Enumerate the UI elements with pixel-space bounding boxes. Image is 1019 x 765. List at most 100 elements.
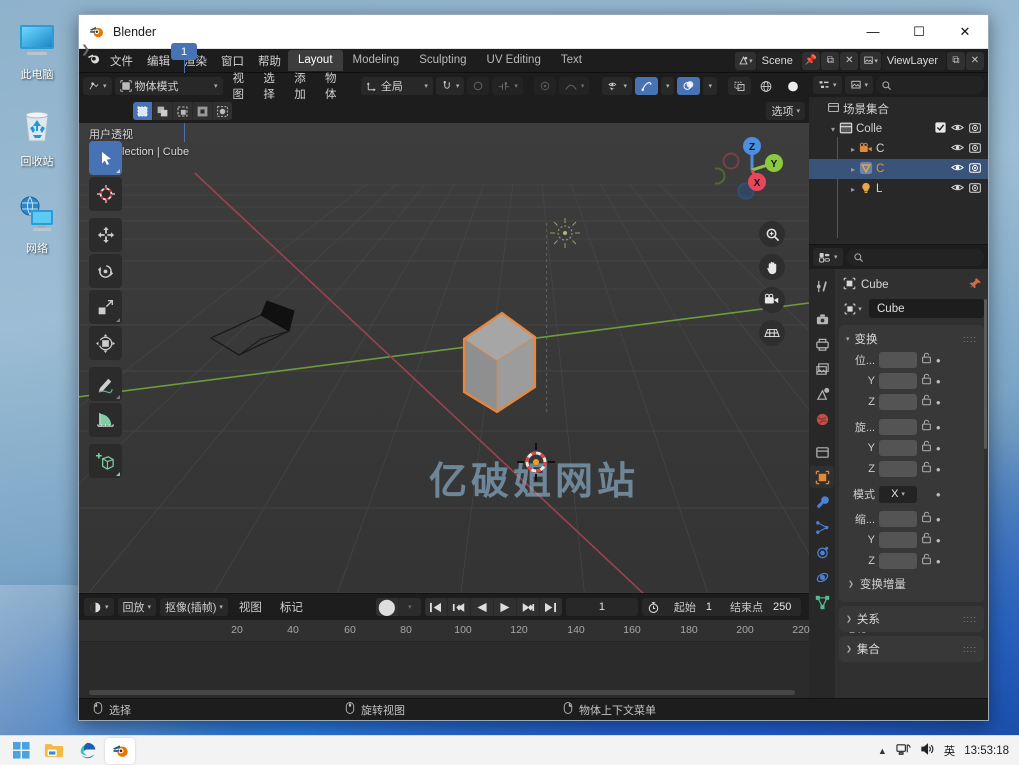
scale-tool[interactable] (89, 290, 122, 324)
clock[interactable]: 13:53:18 (964, 745, 1009, 757)
maximize-button[interactable]: ☐ (896, 15, 942, 48)
object-tab[interactable] (810, 466, 834, 488)
cube-object[interactable] (417, 297, 537, 427)
outliner-display-mode-icon[interactable]: ▾ (845, 76, 874, 94)
collections-panel-header[interactable]: ❯ 集合 :::: (839, 638, 984, 660)
eye-icon[interactable] (951, 162, 964, 176)
lock-icon[interactable] (921, 418, 932, 436)
eye-icon[interactable] (951, 122, 964, 136)
rotation-mode-dropdown[interactable]: X ▾ (879, 486, 917, 503)
pin-icon[interactable]: 📌 (802, 52, 820, 70)
rotation-y-field[interactable] (879, 440, 917, 456)
show-overlays-icon[interactable] (677, 77, 700, 95)
timeline-sidebar-toggle[interactable]: ❯ (81, 43, 90, 56)
shading-wireframe-icon[interactable] (754, 77, 778, 95)
properties-search-input[interactable] (847, 249, 984, 266)
play-icon[interactable] (494, 598, 516, 616)
outliner-row-camera[interactable]: ▸ C (809, 139, 988, 159)
timeline-horizontal-scrollbar[interactable] (89, 690, 795, 695)
object-datablock-selector[interactable]: ▾ (839, 299, 867, 318)
outliner-search-icon[interactable] (876, 76, 984, 94)
lock-icon[interactable] (921, 372, 932, 390)
light-object[interactable] (547, 215, 583, 251)
drag-handle[interactable]: :::: (963, 644, 977, 654)
new-viewlayer-icon[interactable]: ⧉ (947, 52, 965, 70)
timeline-editor-icon[interactable]: ▾ (84, 598, 114, 616)
file-explorer-button[interactable] (39, 738, 69, 764)
toggle-ortho-icon[interactable] (759, 320, 785, 346)
volume-icon[interactable] (920, 742, 935, 759)
workspace-tab-uv-editing[interactable]: UV Editing (477, 50, 551, 71)
use-preview-range-icon[interactable] (642, 598, 666, 616)
desktop-icon-this-pc[interactable]: 此电脑 (6, 18, 68, 82)
viewport-3d-canvas[interactable]: 亿破姐网站 用户透视 (1) Collection | Cube (79, 123, 809, 593)
viewlayer-name-field[interactable]: ViewLayer (882, 52, 946, 70)
tool-tab[interactable] (810, 275, 834, 297)
zoom-icon[interactable] (759, 221, 785, 247)
animate-property-dot[interactable]: • (936, 554, 941, 569)
prev-keyframe-icon[interactable] (448, 598, 470, 616)
gizmo-dropdown[interactable]: ▾ (661, 77, 675, 95)
camera-render-icon[interactable] (969, 122, 981, 137)
annotate-tool[interactable] (89, 367, 122, 401)
rotate-tool[interactable] (89, 254, 122, 288)
collections-panel[interactable]: ❯ 集合 :::: (839, 636, 984, 662)
relations-panel-header[interactable]: ❯ 关系 :::: (839, 608, 984, 630)
pan-hand-icon[interactable] (759, 254, 785, 280)
lock-icon[interactable] (921, 552, 932, 570)
camera-render-icon[interactable] (969, 142, 981, 157)
minimize-button[interactable]: — (850, 15, 896, 48)
select-extend-icon[interactable] (153, 102, 172, 120)
timeline-menu-view[interactable]: 视图 (232, 597, 269, 617)
ime-indicator[interactable]: 英 (944, 743, 956, 759)
outliner-row-scene-collection[interactable]: 场景集合 (809, 99, 988, 119)
constraints-tab[interactable] (810, 566, 834, 588)
timeline-ruler[interactable]: 20 40 60 80 100 120 140 160 180 200 220 … (79, 620, 809, 642)
falloff-curve-icon[interactable]: ▾ (559, 77, 590, 95)
auto-keying-icon[interactable]: ⬤ (376, 598, 398, 616)
move-tool[interactable] (89, 218, 122, 252)
outliner-row-collection[interactable]: ▾ Colle (809, 119, 988, 139)
expand-disclosure[interactable]: ▾ (827, 125, 839, 134)
select-intersect-icon[interactable] (213, 102, 232, 120)
tweak-select-tool[interactable] (89, 141, 122, 175)
particles-tab[interactable] (810, 516, 834, 538)
render-tab[interactable] (810, 308, 834, 330)
collection-tab[interactable] (810, 441, 834, 463)
animate-property-dot[interactable]: • (936, 353, 941, 368)
outliner-row-light[interactable]: ▸ L (809, 179, 988, 199)
modifier-tab[interactable] (810, 491, 834, 513)
scale-z-field[interactable] (879, 553, 917, 569)
add-cube-tool[interactable] (89, 444, 122, 478)
blender-taskbar-button[interactable] (105, 738, 135, 764)
xray-toggle-icon[interactable] (728, 77, 751, 95)
scale-y-field[interactable] (879, 532, 917, 548)
animate-property-dot[interactable]: • (936, 374, 941, 389)
proportional-edit-icon[interactable] (467, 77, 489, 95)
menu-file[interactable]: 文件 (103, 50, 140, 72)
auto-keying-dropdown[interactable]: ▾ (399, 598, 421, 616)
scale-x-field[interactable] (879, 511, 917, 527)
proportional-falloff-icon[interactable]: ▾ (492, 77, 523, 95)
animate-property-dot[interactable]: • (936, 462, 941, 477)
camera-render-icon[interactable] (969, 162, 981, 177)
properties-editor-icon[interactable]: ▾ (813, 248, 843, 266)
frame-end-value[interactable]: 250 (771, 601, 801, 613)
workspace-tab-modeling[interactable]: Modeling (343, 50, 410, 71)
animate-property-dot[interactable]: • (936, 420, 941, 435)
animate-property-dot[interactable]: • (936, 512, 941, 527)
measure-tool[interactable] (89, 403, 122, 437)
animate-property-dot[interactable]: • (936, 487, 941, 502)
lock-icon[interactable] (921, 439, 932, 457)
start-button[interactable] (6, 738, 36, 764)
visibility-selectability-icon[interactable]: ▾ (602, 77, 632, 95)
eye-icon[interactable] (951, 182, 964, 196)
animate-property-dot[interactable]: • (936, 441, 941, 456)
drag-handle[interactable]: :::: (963, 334, 977, 344)
location-y-field[interactable] (879, 373, 917, 389)
remove-viewlayer-icon[interactable]: ✕ (966, 52, 984, 70)
desktop-icon-network[interactable]: 网络 (6, 192, 68, 256)
rotation-z-field[interactable] (879, 461, 917, 477)
frame-start-value[interactable]: 1 (704, 601, 722, 613)
timeline-body[interactable] (79, 642, 809, 698)
